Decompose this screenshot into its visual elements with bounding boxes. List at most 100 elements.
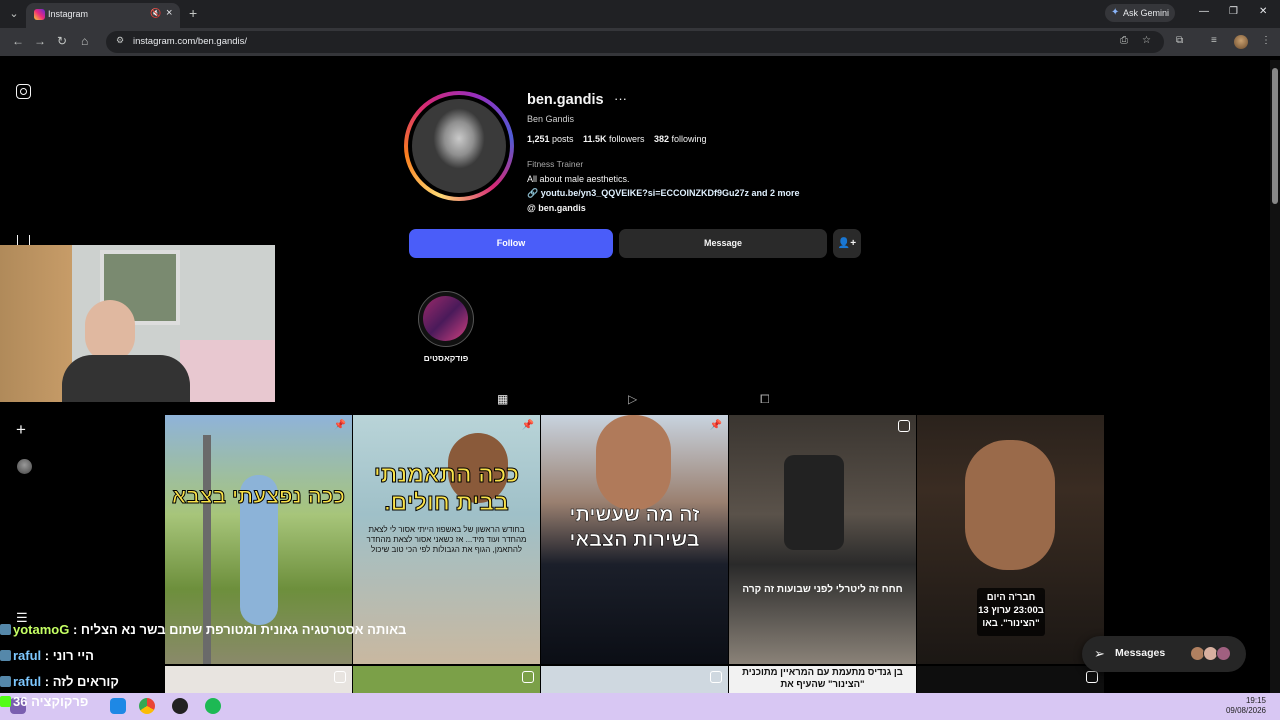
- wardrobe: [0, 245, 72, 402]
- create-plus-icon[interactable]: +: [16, 420, 26, 440]
- media-icon[interactable]: ≡: [1211, 35, 1217, 46]
- person-face: [965, 440, 1055, 570]
- chat-message: raful : קוראים לזה: [0, 674, 119, 691]
- threads-icon: @: [527, 203, 536, 213]
- threads-handle: ben.gandis: [538, 203, 586, 213]
- profile-bio: All about male aesthetics.: [527, 174, 630, 184]
- profile-avatar-story-ring[interactable]: [404, 91, 514, 201]
- story-highlight[interactable]: [418, 291, 474, 347]
- bed: [180, 340, 275, 402]
- clock-date: 09/08/2026: [1225, 706, 1266, 715]
- followers-label: followers: [609, 134, 645, 144]
- system-clock[interactable]: 19:15 09/08/2026: [1226, 696, 1266, 716]
- post-tile[interactable]: בן גנדיס מתעמת עם המראיין מתוכנית "הצינו…: [729, 666, 916, 693]
- profile-full-name: Ben Gandis: [527, 114, 575, 124]
- badge-icon: [0, 624, 11, 635]
- instagram-logo-icon[interactable]: [16, 84, 31, 99]
- bookmark-star-icon[interactable]: ☆: [1142, 35, 1151, 46]
- add-user-icon[interactable]: 👤+: [833, 229, 861, 258]
- options-dots-icon[interactable]: ···: [614, 91, 627, 106]
- post-tile[interactable]: [165, 666, 352, 693]
- chat-separator: :: [41, 648, 53, 663]
- followers-count: 11.5K: [583, 134, 607, 144]
- chat-message: 36 פרקוקציה: [0, 694, 88, 711]
- message-button[interactable]: Message: [619, 229, 827, 258]
- avatar-border: [408, 95, 510, 197]
- post-tile[interactable]: [541, 666, 728, 693]
- posts-stat: 1,251 posts: [527, 134, 574, 144]
- reel-icon: [522, 671, 534, 683]
- post-tile[interactable]: [353, 666, 540, 693]
- ask-gemini-button[interactable]: ✦ Ask Gemini: [1105, 4, 1175, 22]
- reels-icon[interactable]: ▷: [628, 392, 637, 406]
- follow-button[interactable]: Follow: [409, 229, 613, 258]
- profile-username: ben.gandis: [527, 92, 604, 108]
- following-stat[interactable]: 382 following: [654, 134, 707, 144]
- send-icon: ➢: [1094, 646, 1105, 661]
- link-icon: 🔗: [527, 188, 539, 198]
- tab-search-icon[interactable]: ⌄: [6, 6, 22, 22]
- address-bar[interactable]: ⚙ instagram.com/ben.gandis/: [106, 31, 1164, 53]
- spotify-icon[interactable]: [205, 698, 221, 714]
- reel-icon: [898, 420, 910, 432]
- threads-link[interactable]: @ ben.gandis: [527, 203, 586, 213]
- profile-link-text: youtu.be/yn3_QQVEIKE?si=ECCOINZKDf9Gu27z…: [540, 188, 800, 198]
- post-tile[interactable]: חחח זה ליטרלי לפני שבועות זה קרה: [729, 415, 916, 664]
- new-tab-icon[interactable]: +: [189, 5, 197, 21]
- post-caption: בן גנדיס מתעמת עם המראיין מתוכנית "הצינו…: [742, 667, 903, 690]
- url-text: instagram.com/ben.gandis/: [133, 36, 248, 47]
- following-count: 382: [654, 134, 670, 144]
- post-tile[interactable]: חבר'ה היום ב23:00 ערוץ 13 "הצינור". באו: [917, 415, 1104, 664]
- home-button-icon[interactable]: ⌂: [81, 34, 88, 48]
- post-caption: זה מה שעשיתי בשירות הצבאי: [569, 504, 700, 552]
- app-icon[interactable]: [110, 698, 126, 714]
- extensions-icon[interactable]: ⧉: [1176, 35, 1183, 46]
- post-caption: ככה התאמנתי בבית חולים.: [373, 461, 520, 516]
- back-icon[interactable]: ←: [12, 34, 24, 48]
- browser-tab[interactable]: Instagram 🔇 ×: [26, 3, 180, 28]
- kebab-menu-icon[interactable]: ⋮: [1261, 35, 1271, 46]
- following-label: following: [671, 134, 707, 144]
- profile-nav-avatar[interactable]: [17, 459, 32, 474]
- page-scrollbar[interactable]: [1270, 60, 1280, 693]
- forward-icon[interactable]: →: [34, 34, 46, 48]
- messages-button[interactable]: ➢ Messages: [1082, 636, 1246, 672]
- speaker-icon[interactable]: 🔇: [150, 8, 161, 19]
- badge-icon: [0, 676, 11, 687]
- reel-icon: [1086, 671, 1098, 683]
- profile-link[interactable]: 🔗 youtu.be/yn3_QQVEIKE?si=ECCOINZKDf9Gu2…: [527, 188, 800, 199]
- install-icon[interactable]: ⎙: [1120, 35, 1128, 46]
- post-tile[interactable]: [917, 666, 1104, 693]
- browser-profile-avatar[interactable]: [1234, 35, 1248, 49]
- site-info-icon[interactable]: ⚙: [116, 35, 124, 46]
- tagged-icon[interactable]: ⧠: [760, 392, 770, 407]
- post-tile[interactable]: זה מה שעשיתי בשירות הצבאי 📌: [541, 415, 728, 664]
- taskbar: 19:15 09/08/2026: [0, 693, 1280, 720]
- posts-grid-icon[interactable]: ▦: [497, 392, 508, 406]
- followers-stat[interactable]: 11.5K followers: [583, 134, 645, 144]
- post-caption: ככה נפצעתי בצבא: [171, 485, 345, 509]
- pin-icon: 📌: [709, 420, 722, 431]
- chat-message: raful : היי רוני: [0, 648, 94, 665]
- close-window-icon[interactable]: ✕: [1259, 6, 1267, 17]
- browser-toolbar: ← → ↻ ⌂ ⚙ instagram.com/ben.gandis/ ⎙ ☆ …: [0, 28, 1280, 56]
- obs-icon[interactable]: [172, 698, 188, 714]
- gemini-label: Ask Gemini: [1123, 8, 1170, 18]
- clock-time: 19:15: [1245, 696, 1266, 705]
- gemini-icon: ✦: [1111, 7, 1120, 18]
- chat-message: yotamoG : באותה אסטרטגיה גאונית ומטורפת …: [0, 622, 406, 639]
- chat-username: 36: [13, 694, 28, 709]
- kick-badge-icon: [0, 696, 11, 707]
- person-figure: [784, 455, 844, 550]
- scroll-thumb[interactable]: [1272, 68, 1278, 204]
- minimize-icon[interactable]: —: [1199, 6, 1209, 17]
- streamer-face: [85, 300, 135, 362]
- chrome-icon[interactable]: [139, 698, 155, 714]
- profile-avatar: [412, 99, 506, 193]
- chat-separator: :: [69, 622, 81, 637]
- close-tab-icon[interactable]: ×: [166, 7, 172, 19]
- messages-label: Messages: [1115, 647, 1166, 659]
- screen: ⌄ Instagram 🔇 × + ✦ Ask Gemini — ❐ ✕ ← →…: [0, 0, 1280, 720]
- reload-icon[interactable]: ↻: [57, 34, 67, 48]
- restore-icon[interactable]: ❐: [1229, 6, 1238, 17]
